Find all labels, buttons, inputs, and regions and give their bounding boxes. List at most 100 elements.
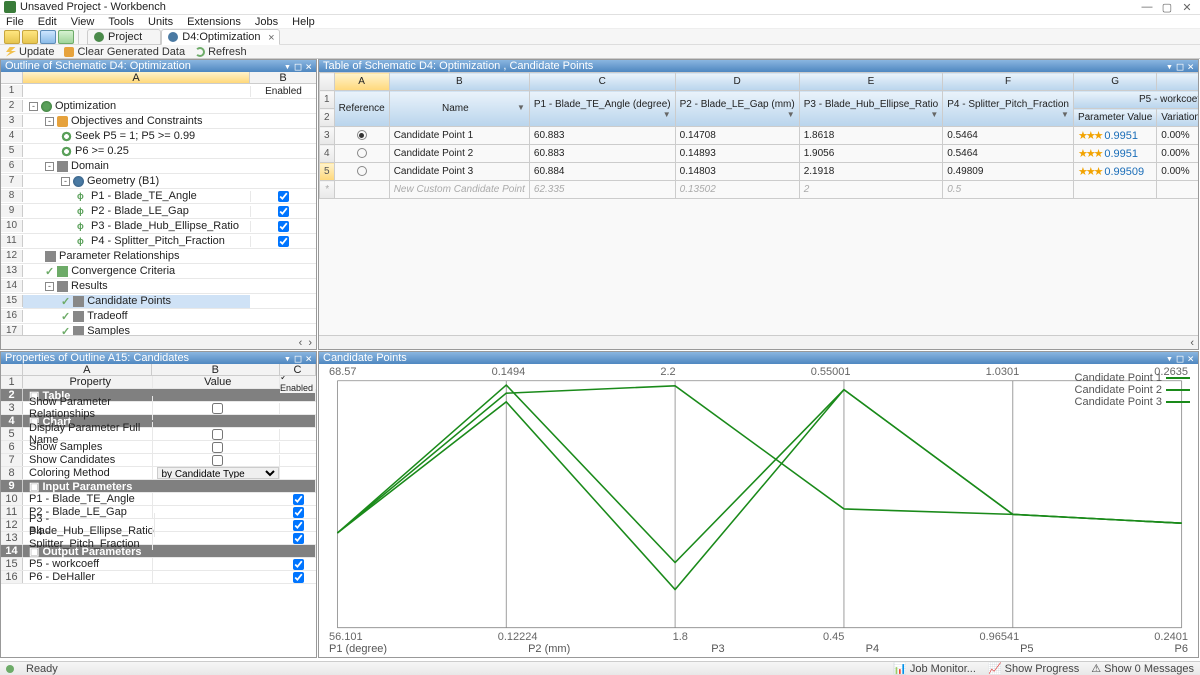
table-row[interactable]: 3Candidate Point 160.8830.147081.86180.5… bbox=[320, 127, 1199, 145]
props-close-icon[interactable]: × bbox=[305, 352, 312, 365]
prop-value-checkbox[interactable] bbox=[212, 429, 223, 440]
toolbar-open-icon[interactable] bbox=[22, 30, 38, 44]
property-row[interactable]: 14▣ Output Parameters bbox=[1, 545, 316, 558]
tree-toggle-icon[interactable]: - bbox=[61, 177, 70, 186]
table-hscroll[interactable]: ‹ bbox=[319, 335, 1198, 349]
menu-help[interactable]: Help bbox=[292, 16, 315, 28]
outline-row[interactable]: 6-Domain bbox=[1, 159, 316, 174]
chart-area[interactable]: 68.570.14942.20.550011.03010.2635 Candid… bbox=[319, 364, 1198, 657]
menu-edit[interactable]: Edit bbox=[38, 16, 57, 28]
menu-units[interactable]: Units bbox=[148, 16, 173, 28]
chart-close-icon[interactable]: × bbox=[1187, 352, 1194, 365]
prop-enabled-checkbox[interactable] bbox=[293, 494, 304, 505]
toolbar-new-icon[interactable] bbox=[4, 30, 20, 44]
outline-row[interactable]: 10ɸP3 - Blade_Hub_Ellipse_Ratio bbox=[1, 219, 316, 234]
prop-enabled-checkbox[interactable] bbox=[293, 507, 304, 518]
outline-row[interactable]: 3-Objectives and Constraints bbox=[1, 114, 316, 129]
property-row[interactable]: 9▣ Input Parameters bbox=[1, 480, 316, 493]
outline-row[interactable]: 8ɸP1 - Blade_TE_Angle bbox=[1, 189, 316, 204]
outline-row[interactable]: 14-Results bbox=[1, 279, 316, 294]
outline-enabled-checkbox[interactable] bbox=[278, 206, 289, 217]
property-row[interactable]: 3Show Parameter Relationships bbox=[1, 402, 316, 415]
table-close-icon[interactable]: × bbox=[1187, 60, 1194, 73]
outline-row[interactable]: 1Enabled bbox=[1, 84, 316, 99]
outline-pin-icon[interactable]: ▾ bbox=[284, 60, 291, 73]
prop-value-checkbox[interactable] bbox=[212, 403, 223, 414]
prop-enabled-checkbox[interactable] bbox=[293, 559, 304, 570]
outline-row[interactable]: 7-Geometry (B1) bbox=[1, 174, 316, 189]
props-pin-icon[interactable]: ▾ bbox=[284, 352, 291, 365]
property-row[interactable]: 13P4 - Splitter_Pitch_Fraction bbox=[1, 532, 316, 545]
reference-radio[interactable] bbox=[357, 166, 367, 176]
new-row[interactable]: *New Custom Candidate Point62.3350.13502… bbox=[320, 181, 1199, 199]
property-row[interactable]: 6Show Samples bbox=[1, 441, 316, 454]
props-col-b[interactable]: B bbox=[152, 364, 281, 375]
properties-body[interactable]: 1PropertyValue✓ Enabled2▣ Table3Show Par… bbox=[1, 376, 316, 657]
prop-value-select[interactable]: by Candidate Type bbox=[157, 467, 280, 479]
property-row[interactable]: 16P6 - DeHaller bbox=[1, 571, 316, 584]
property-row[interactable]: 15P5 - workcoeff bbox=[1, 558, 316, 571]
tab-project[interactable]: Project bbox=[87, 29, 161, 45]
menu-file[interactable]: File bbox=[6, 16, 24, 28]
outline-row[interactable]: 13✓Convergence Criteria bbox=[1, 264, 316, 279]
outline-hscroll[interactable]: ‹› bbox=[1, 335, 316, 349]
outline-row[interactable]: 15✓Candidate Points bbox=[1, 294, 316, 309]
outline-close-icon[interactable]: × bbox=[305, 60, 312, 73]
outline-row[interactable]: 9ɸP2 - Blade_LE_Gap bbox=[1, 204, 316, 219]
tree-toggle-icon[interactable]: - bbox=[45, 117, 54, 126]
toolbar-refresh-icon[interactable] bbox=[58, 30, 74, 44]
maximize-button[interactable]: ▢ bbox=[1158, 1, 1176, 14]
prop-value-checkbox[interactable] bbox=[212, 455, 223, 466]
candidate-table-wrapper[interactable]: ABCDEFGHIJ1ReferenceName ▼P1 - Blade_TE_… bbox=[319, 72, 1198, 335]
props-col-a[interactable]: A bbox=[23, 364, 152, 375]
clear-generated-data-button[interactable]: Clear Generated Data bbox=[64, 46, 185, 58]
update-button[interactable]: Update bbox=[6, 46, 54, 58]
outline-row[interactable]: 16✓Tradeoff bbox=[1, 309, 316, 324]
outline-row[interactable]: 17✓Samples bbox=[1, 324, 316, 335]
property-row[interactable]: 1PropertyValue✓ Enabled bbox=[1, 376, 316, 389]
show-progress-button[interactable]: 📈 Show Progress bbox=[988, 662, 1079, 675]
menu-tools[interactable]: Tools bbox=[108, 16, 134, 28]
chart-pin-icon[interactable]: ▾ bbox=[1166, 352, 1173, 365]
outline-col-b[interactable]: B bbox=[250, 72, 316, 83]
property-row[interactable]: 7Show Candidates bbox=[1, 454, 316, 467]
outline-body[interactable]: 1Enabled2-Optimization3-Objectives and C… bbox=[1, 84, 316, 335]
chart-popout-icon[interactable]: □ bbox=[1177, 352, 1184, 365]
outline-row[interactable]: 5P6 >= 0.25 bbox=[1, 144, 316, 159]
tree-toggle-icon[interactable]: - bbox=[29, 102, 38, 111]
outline-enabled-checkbox[interactable] bbox=[278, 221, 289, 232]
table-pin-icon[interactable]: ▾ bbox=[1166, 60, 1173, 73]
refresh-button[interactable]: Refresh bbox=[195, 46, 247, 58]
tree-toggle-icon[interactable]: - bbox=[45, 282, 54, 291]
prop-enabled-checkbox[interactable] bbox=[293, 533, 304, 544]
table-popout-icon[interactable]: □ bbox=[1177, 60, 1184, 73]
tree-toggle-icon[interactable]: - bbox=[45, 162, 54, 171]
close-button[interactable]: ✕ bbox=[1178, 1, 1196, 14]
property-row[interactable]: 5Display Parameter Full Name bbox=[1, 428, 316, 441]
toolbar-save-icon[interactable] bbox=[40, 30, 56, 44]
prop-enabled-checkbox[interactable] bbox=[293, 520, 304, 531]
outline-col-a[interactable]: A bbox=[23, 72, 250, 83]
reference-radio[interactable] bbox=[357, 148, 367, 158]
table-row[interactable]: 4Candidate Point 260.8830.148931.90560.5… bbox=[320, 145, 1199, 163]
outline-row[interactable]: 2-Optimization bbox=[1, 99, 316, 114]
outline-row[interactable]: 12Parameter Relationships bbox=[1, 249, 316, 264]
outline-row[interactable]: 11ɸP4 - Splitter_Pitch_Fraction bbox=[1, 234, 316, 249]
property-row[interactable]: 8Coloring Methodby Candidate Type bbox=[1, 467, 316, 480]
menu-view[interactable]: View bbox=[71, 16, 95, 28]
menu-extensions[interactable]: Extensions bbox=[187, 16, 241, 28]
outline-enabled-checkbox[interactable] bbox=[278, 191, 289, 202]
prop-enabled-checkbox[interactable] bbox=[293, 572, 304, 583]
props-col-c[interactable]: C bbox=[280, 364, 316, 375]
table-row[interactable]: 5Candidate Point 360.8840.148032.19180.4… bbox=[320, 163, 1199, 181]
outline-row[interactable]: 4Seek P5 = 1; P5 >= 0.99 bbox=[1, 129, 316, 144]
outline-enabled-checkbox[interactable] bbox=[278, 236, 289, 247]
reference-radio[interactable] bbox=[357, 130, 367, 140]
tab-close-icon[interactable]: × bbox=[268, 32, 274, 44]
tab-d4-optimization[interactable]: D4:Optimization × bbox=[161, 29, 279, 45]
minimize-button[interactable]: — bbox=[1138, 1, 1156, 14]
menu-jobs[interactable]: Jobs bbox=[255, 16, 278, 28]
show-messages-button[interactable]: ⚠ Show 0 Messages bbox=[1091, 662, 1194, 675]
prop-value-checkbox[interactable] bbox=[212, 442, 223, 453]
property-row[interactable]: 10P1 - Blade_TE_Angle bbox=[1, 493, 316, 506]
